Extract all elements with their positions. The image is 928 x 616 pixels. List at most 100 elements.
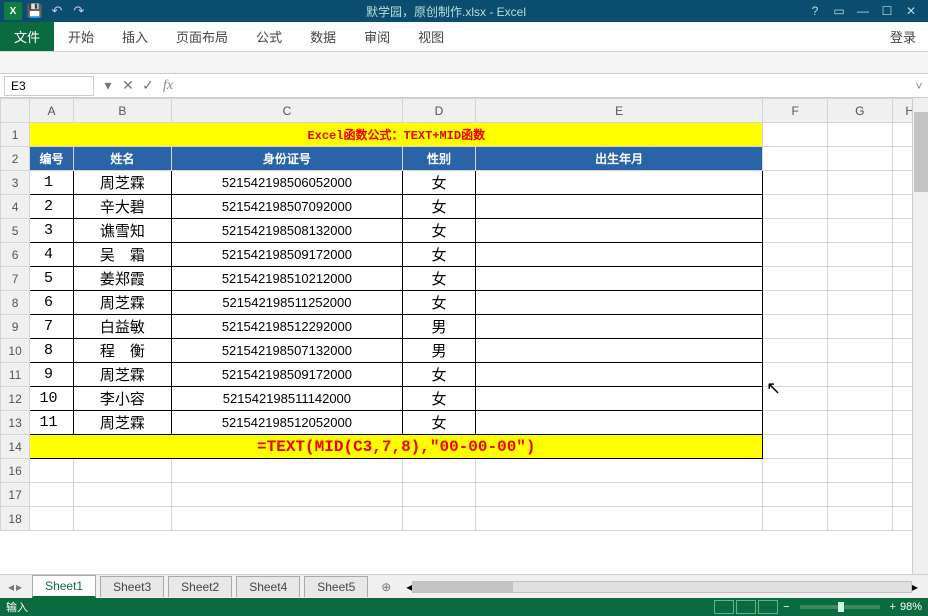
cell-id[interactable]: 5 [30,267,74,291]
cell-id[interactable]: 7 [30,315,74,339]
cell-idnum[interactable]: 521542198507132000 [171,339,402,363]
row-header[interactable]: 10 [1,339,30,363]
cell[interactable] [763,507,828,531]
row-header[interactable]: 12 [1,387,30,411]
cell[interactable] [827,483,892,507]
sheet-tab[interactable]: Sheet2 [168,576,232,597]
cell-idnum[interactable]: 521542198506052000 [171,171,402,195]
ribbon-options-icon[interactable]: ▭ [828,4,850,18]
cell[interactable] [827,507,892,531]
cell-dob[interactable] [475,339,762,363]
view-pagelayout-icon[interactable] [736,600,756,614]
cell[interactable] [475,507,762,531]
cell[interactable] [73,459,171,483]
col-header-D[interactable]: D [403,99,476,123]
cell[interactable] [30,483,74,507]
cell-sex[interactable]: 女 [403,171,476,195]
cell[interactable] [827,363,892,387]
cell-name[interactable]: 辛大碧 [73,195,171,219]
save-icon[interactable]: 💾 [26,2,44,20]
fx-icon[interactable]: fx [158,78,178,94]
sheet-tab[interactable]: Sheet4 [236,576,300,597]
sheet-tab-active[interactable]: Sheet1 [32,575,96,598]
cell-name[interactable]: 周芝霖 [73,171,171,195]
header-sex[interactable]: 性别 [403,147,476,171]
cell-idnum[interactable]: 521542198510212000 [171,267,402,291]
add-sheet-icon[interactable]: ⊕ [376,580,396,594]
sheet-nav-prev-icon[interactable]: ◂ [8,580,14,594]
cell[interactable] [763,291,828,315]
cell[interactable] [827,243,892,267]
cell-dob[interactable] [475,219,762,243]
cell[interactable] [827,219,892,243]
cell-dob[interactable] [475,171,762,195]
cell-dob[interactable] [475,195,762,219]
cell[interactable] [403,459,476,483]
cell-id[interactable]: 3 [30,219,74,243]
cell-sex[interactable]: 男 [403,315,476,339]
maximize-icon[interactable]: ☐ [876,4,898,18]
row-header[interactable]: 3 [1,171,30,195]
col-header-C[interactable]: C [171,99,402,123]
col-header-E[interactable]: E [475,99,762,123]
zoom-thumb[interactable] [838,602,844,612]
cell-dob[interactable] [475,315,762,339]
sheet-tab[interactable]: Sheet3 [100,576,164,597]
header-id[interactable]: 编号 [30,147,74,171]
cell-sex[interactable]: 女 [403,243,476,267]
cell-name[interactable]: 姜郑霞 [73,267,171,291]
cell-idnum[interactable]: 521542198511252000 [171,291,402,315]
cell-id[interactable]: 6 [30,291,74,315]
enter-icon[interactable]: ✓ [138,77,158,94]
cell-idnum[interactable]: 521542198508132000 [171,219,402,243]
cell[interactable] [763,243,828,267]
cell-sex[interactable]: 女 [403,291,476,315]
cell[interactable] [763,459,828,483]
zoom-in-icon[interactable]: + [890,601,896,613]
cell-idnum[interactable]: 521542198512292000 [171,315,402,339]
ribbon-tab-layout[interactable]: 页面布局 [162,22,242,51]
formula-input[interactable] [178,76,910,96]
cell-sex[interactable]: 女 [403,267,476,291]
help-icon[interactable]: ? [804,4,826,18]
login-link[interactable]: 登录 [890,27,928,46]
cell-sex[interactable]: 女 [403,363,476,387]
cell[interactable] [827,171,892,195]
cell-idnum[interactable]: 521542198507092000 [171,195,402,219]
row-header[interactable]: 1 [1,123,30,147]
zoom-out-icon[interactable]: − [783,601,789,613]
file-tab[interactable]: 文件 [0,22,54,51]
cell-id[interactable]: 8 [30,339,74,363]
cell-dob[interactable] [475,411,762,435]
cell-dob[interactable] [475,291,762,315]
cell-name[interactable]: 程 衡 [73,339,171,363]
header-name[interactable]: 姓名 [73,147,171,171]
cell-name[interactable]: 白益敏 [73,315,171,339]
cell-name[interactable]: 周芝霖 [73,363,171,387]
cell-id[interactable]: 10 [30,387,74,411]
row-header[interactable]: 16 [1,459,30,483]
cell-sex[interactable]: 女 [403,195,476,219]
cell-id[interactable]: 2 [30,195,74,219]
sheet-tab[interactable]: Sheet5 [304,576,368,597]
cell[interactable] [171,459,402,483]
sheet-title-cell[interactable]: Excel函数公式：TEXT+MID函数 [30,123,763,147]
minimize-icon[interactable]: — [852,4,874,18]
ribbon-tab-review[interactable]: 审阅 [350,22,404,51]
vertical-scrollbar[interactable] [912,98,928,574]
ribbon-tab-insert[interactable]: 插入 [108,22,162,51]
cell[interactable] [763,267,828,291]
row-header[interactable]: 8 [1,291,30,315]
undo-icon[interactable]: ↶ [48,2,66,20]
row-header[interactable]: 9 [1,315,30,339]
cell[interactable] [763,171,828,195]
zoom-slider[interactable] [800,605,880,609]
hscroll-right-icon[interactable]: ▸ [912,580,918,594]
view-normal-icon[interactable] [714,600,734,614]
cell-idnum[interactable]: 521542198511142000 [171,387,402,411]
hscroll-thumb[interactable] [413,582,513,592]
cell-idnum[interactable]: 521542198509172000 [171,243,402,267]
cell[interactable] [763,339,828,363]
sheet-nav-next-icon[interactable]: ▸ [16,580,22,594]
cell[interactable] [827,267,892,291]
